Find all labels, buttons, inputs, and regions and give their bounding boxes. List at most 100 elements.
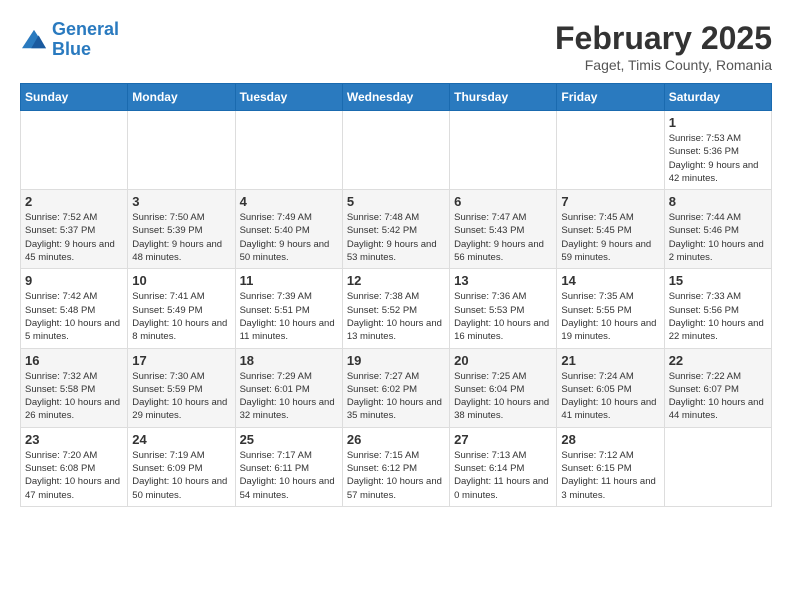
day-number: 12	[347, 273, 445, 288]
weekday-header-row: SundayMondayTuesdayWednesdayThursdayFrid…	[21, 84, 772, 111]
day-number: 6	[454, 194, 552, 209]
day-number: 5	[347, 194, 445, 209]
day-number: 2	[25, 194, 123, 209]
day-number: 1	[669, 115, 767, 130]
day-number: 28	[561, 432, 659, 447]
weekday-header-cell: Thursday	[450, 84, 557, 111]
weekday-header-cell: Tuesday	[235, 84, 342, 111]
calendar-cell: 13Sunrise: 7:36 AM Sunset: 5:53 PM Dayli…	[450, 269, 557, 348]
calendar-cell: 22Sunrise: 7:22 AM Sunset: 6:07 PM Dayli…	[664, 348, 771, 427]
weekday-header-cell: Wednesday	[342, 84, 449, 111]
calendar-cell: 20 Sunrise: 7:25 AM Sunset: 6:04 PM Dayli…	[450, 348, 557, 427]
calendar-row: 2 Sunrise: 7:52 AM Sunset: 5:37 PM Daylig…	[21, 190, 772, 269]
calendar-cell: 10 Sunrise: 7:41 AM Sunset: 5:49 PM Dayli…	[128, 269, 235, 348]
day-info: Sunrise: 7:27 AM Sunset: 6:02 PM Dayligh…	[347, 370, 445, 423]
day-number: 4	[240, 194, 338, 209]
day-number: 3	[132, 194, 230, 209]
day-info: Sunrise: 7:47 AM Sunset: 5:43 PM Dayligh…	[454, 211, 552, 264]
calendar-cell: 17 Sunrise: 7:30 AM Sunset: 5:59 PM Dayli…	[128, 348, 235, 427]
calendar-cell: 15Sunrise: 7:33 AM Sunset: 5:56 PM Dayli…	[664, 269, 771, 348]
calendar-cell: 26 Sunrise: 7:15 AM Sunset: 6:12 PM Dayli…	[342, 427, 449, 506]
day-info: Sunrise: 7:38 AM Sunset: 5:52 PM Dayligh…	[347, 290, 445, 343]
day-info: Sunrise: 7:19 AM Sunset: 6:09 PM Dayligh…	[132, 449, 230, 502]
weekday-header-cell: Sunday	[21, 84, 128, 111]
calendar-cell: 3 Sunrise: 7:50 AM Sunset: 5:39 PM Daylig…	[128, 190, 235, 269]
day-info: Sunrise: 7:44 AM Sunset: 5:46 PM Dayligh…	[669, 211, 767, 264]
day-number: 14	[561, 273, 659, 288]
calendar-cell: 16 Sunrise: 7:32 AM Sunset: 5:58 PM Dayli…	[21, 348, 128, 427]
day-number: 20	[454, 353, 552, 368]
day-number: 25	[240, 432, 338, 447]
day-info: Sunrise: 7:53 AM Sunset: 5:36 PM Dayligh…	[669, 132, 767, 185]
calendar-cell: 28 Sunrise: 7:12 AM Sunset: 6:15 PM Dayli…	[557, 427, 664, 506]
calendar-cell: 6 Sunrise: 7:47 AM Sunset: 5:43 PM Daylig…	[450, 190, 557, 269]
month-title: February 2025	[555, 20, 772, 57]
day-number: 9	[25, 273, 123, 288]
calendar-table: SundayMondayTuesdayWednesdayThursdayFrid…	[20, 83, 772, 507]
calendar-cell	[128, 111, 235, 190]
day-number: 24	[132, 432, 230, 447]
day-number: 16	[25, 353, 123, 368]
day-info: Sunrise: 7:36 AM Sunset: 5:53 PM Dayligh…	[454, 290, 552, 343]
day-info: Sunrise: 7:50 AM Sunset: 5:39 PM Dayligh…	[132, 211, 230, 264]
calendar-row: 1 Sunrise: 7:53 AM Sunset: 5:36 PM Daylig…	[21, 111, 772, 190]
day-info: Sunrise: 7:39 AM Sunset: 5:51 PM Dayligh…	[240, 290, 338, 343]
day-number: 10	[132, 273, 230, 288]
day-info: Sunrise: 7:30 AM Sunset: 5:59 PM Dayligh…	[132, 370, 230, 423]
day-number: 8	[669, 194, 767, 209]
day-number: 18	[240, 353, 338, 368]
logo-icon	[20, 28, 48, 52]
day-number: 7	[561, 194, 659, 209]
day-number: 26	[347, 432, 445, 447]
calendar-cell: 19 Sunrise: 7:27 AM Sunset: 6:02 PM Dayli…	[342, 348, 449, 427]
calendar-row: 9Sunrise: 7:42 AM Sunset: 5:48 PM Daylig…	[21, 269, 772, 348]
logo: General Blue	[20, 20, 119, 60]
calendar-cell: 21 Sunrise: 7:24 AM Sunset: 6:05 PM Dayli…	[557, 348, 664, 427]
calendar-cell: 27 Sunrise: 7:13 AM Sunset: 6:14 PM Dayli…	[450, 427, 557, 506]
day-number: 22	[669, 353, 767, 368]
logo-text: General Blue	[52, 20, 119, 60]
calendar-cell: 7Sunrise: 7:45 AM Sunset: 5:45 PM Daylig…	[557, 190, 664, 269]
day-number: 11	[240, 273, 338, 288]
day-info: Sunrise: 7:13 AM Sunset: 6:14 PM Dayligh…	[454, 449, 552, 502]
location-title: Faget, Timis County, Romania	[555, 57, 772, 73]
calendar-cell	[450, 111, 557, 190]
day-info: Sunrise: 7:29 AM Sunset: 6:01 PM Dayligh…	[240, 370, 338, 423]
day-info: Sunrise: 7:24 AM Sunset: 6:05 PM Dayligh…	[561, 370, 659, 423]
calendar-cell: 1 Sunrise: 7:53 AM Sunset: 5:36 PM Daylig…	[664, 111, 771, 190]
day-number: 19	[347, 353, 445, 368]
day-info: Sunrise: 7:35 AM Sunset: 5:55 PM Dayligh…	[561, 290, 659, 343]
calendar-cell	[557, 111, 664, 190]
day-info: Sunrise: 7:49 AM Sunset: 5:40 PM Dayligh…	[240, 211, 338, 264]
calendar-cell: 12 Sunrise: 7:38 AM Sunset: 5:52 PM Dayli…	[342, 269, 449, 348]
calendar-cell: 5 Sunrise: 7:48 AM Sunset: 5:42 PM Daylig…	[342, 190, 449, 269]
calendar-cell: 14 Sunrise: 7:35 AM Sunset: 5:55 PM Dayli…	[557, 269, 664, 348]
calendar-body: 1 Sunrise: 7:53 AM Sunset: 5:36 PM Daylig…	[21, 111, 772, 507]
calendar-cell: 18 Sunrise: 7:29 AM Sunset: 6:01 PM Dayli…	[235, 348, 342, 427]
calendar-cell	[342, 111, 449, 190]
day-info: Sunrise: 7:20 AM Sunset: 6:08 PM Dayligh…	[25, 449, 123, 502]
page-header: General Blue February 2025 Faget, Timis …	[20, 20, 772, 73]
day-info: Sunrise: 7:25 AM Sunset: 6:04 PM Dayligh…	[454, 370, 552, 423]
calendar-cell: 23 Sunrise: 7:20 AM Sunset: 6:08 PM Dayli…	[21, 427, 128, 506]
day-number: 27	[454, 432, 552, 447]
day-info: Sunrise: 7:12 AM Sunset: 6:15 PM Dayligh…	[561, 449, 659, 502]
day-number: 17	[132, 353, 230, 368]
day-info: Sunrise: 7:41 AM Sunset: 5:49 PM Dayligh…	[132, 290, 230, 343]
day-info: Sunrise: 7:15 AM Sunset: 6:12 PM Dayligh…	[347, 449, 445, 502]
calendar-cell: 2 Sunrise: 7:52 AM Sunset: 5:37 PM Daylig…	[21, 190, 128, 269]
weekday-header-cell: Friday	[557, 84, 664, 111]
calendar-cell: 8 Sunrise: 7:44 AM Sunset: 5:46 PM Daylig…	[664, 190, 771, 269]
calendar-cell: 25 Sunrise: 7:17 AM Sunset: 6:11 PM Dayli…	[235, 427, 342, 506]
day-info: Sunrise: 7:48 AM Sunset: 5:42 PM Dayligh…	[347, 211, 445, 264]
weekday-header-cell: Saturday	[664, 84, 771, 111]
calendar-cell: 24 Sunrise: 7:19 AM Sunset: 6:09 PM Dayli…	[128, 427, 235, 506]
day-info: Sunrise: 7:17 AM Sunset: 6:11 PM Dayligh…	[240, 449, 338, 502]
day-info: Sunrise: 7:32 AM Sunset: 5:58 PM Dayligh…	[25, 370, 123, 423]
calendar-cell	[664, 427, 771, 506]
day-number: 23	[25, 432, 123, 447]
day-number: 21	[561, 353, 659, 368]
calendar-cell: 11 Sunrise: 7:39 AM Sunset: 5:51 PM Dayli…	[235, 269, 342, 348]
calendar-row: 16 Sunrise: 7:32 AM Sunset: 5:58 PM Dayli…	[21, 348, 772, 427]
day-info: Sunrise: 7:52 AM Sunset: 5:37 PM Dayligh…	[25, 211, 123, 264]
